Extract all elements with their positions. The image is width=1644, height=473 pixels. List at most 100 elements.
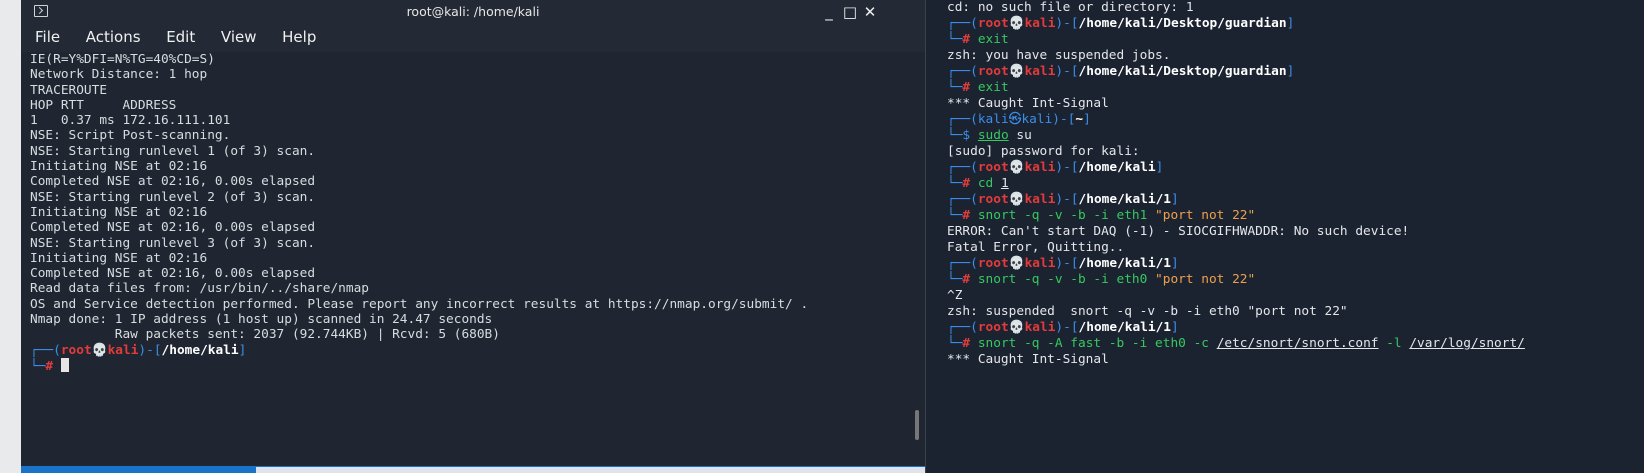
prompt-symbol: # [962,336,978,351]
prompt-frame: └─ [947,128,963,143]
prompt-path: ~ [1075,112,1084,127]
prompt-separator-icon: 💀 [1008,256,1025,271]
terminal-output[interactable]: IE(R=Y%DFI=N%TG=40%CD=S) Network Distance… [30,52,910,462]
menu-file[interactable]: File [35,25,60,46]
scrollbar[interactable] [915,410,919,440]
menu-bar: File Actions Edit View Help [21,25,925,52]
output-line: ^Z [947,288,963,303]
output-line: NSE: Starting runlevel 3 (of 3) scan. [30,235,316,251]
command-arg: su [1008,128,1032,143]
prompt-frame: └─ [30,358,46,374]
prompt-frame: )-[ [1055,64,1079,79]
prompt-frame: )-[ [1055,192,1079,207]
command-text: cd [977,176,1001,191]
prompt-frame: └─ [947,176,963,191]
text-cursor [60,357,69,372]
prompt-user: root [60,342,92,358]
prompt-user: root [977,160,1009,175]
prompt-separator-icon: 💀 [91,342,108,358]
command-text: snort -q -A fast -b -i eth0 -c [977,336,1217,351]
prompt-frame: └─ [947,208,963,223]
prompt-path: /home/kali/1 [1078,320,1171,335]
prompt-frame: )-[ [1055,256,1079,271]
prompt-separator-icon: 💀 [1008,64,1025,79]
prompt-frame: )-[ [138,342,162,358]
prompt-host: kali [1024,256,1056,271]
output-line: Completed NSE at 02:16, 0.00s elapsed [30,266,316,282]
prompt-host: kali [1024,192,1056,207]
output-line: 1 0.37 ms 172.16.111.101 [30,113,231,129]
prompt-frame: ] [1171,320,1179,335]
command-line: └─# cd 1 [947,176,1644,192]
prompt-user: kali [977,112,1009,127]
prompt-frame: ] [1083,112,1091,127]
output-line: cd: no such file or directory: 1 [947,0,1194,15]
output-line: Initiating NSE at 02:16 [30,250,208,266]
prompt-host: kali [107,342,139,358]
command-line: └─# exit [947,32,1644,48]
close-button[interactable]: ✕ [861,3,879,21]
prompt-line: ┌──(root💀kali)-[/home/kali/1] [947,192,1644,208]
output-line: Raw packets sent: 2037 (92.744KB) | Rcvd… [30,327,500,343]
window-title: root@kali: /home/kali [406,4,540,19]
prompt-host: kali [1024,320,1056,335]
prompt-frame: └─ [947,272,963,287]
prompt-frame: ┌──( [947,192,978,207]
prompt-frame: ┌──( [947,16,978,31]
prompt-line: ┌──(root💀kali)-[/home/kali/1] [947,256,1644,272]
taskbar-strip-light [256,467,925,473]
command-path: /etc/snort/snort.conf [1216,336,1379,351]
prompt-symbol: # [962,272,978,287]
command-string-arg: "port not 22" [1155,272,1256,287]
prompt-symbol: # [962,208,978,223]
background-terminal-output[interactable]: cd: no such file or directory: 1 ┌──(root… [947,0,1644,473]
title-bar[interactable]: root@kali: /home/kali _ □ ✕ [21,0,925,25]
prompt-separator-icon: ㉿ [1008,112,1022,127]
prompt-frame: )-[ [1055,320,1079,335]
command-text: sudo [977,128,1009,143]
output-line: Initiating NSE at 02:16 [30,159,208,175]
terminal-window[interactable]: root@kali: /home/kali _ □ ✕ File Actions… [21,0,926,473]
prompt-frame: ] [1171,256,1179,271]
output-line: OS and Service detection performed. Plea… [30,296,809,312]
prompt-host: kali [1024,64,1056,79]
prompt-user: root [977,192,1009,207]
output-line: *** Caught Int-Signal [947,96,1109,111]
prompt-separator-icon: 💀 [1008,16,1025,31]
prompt-frame: ┌──( [947,160,978,175]
output-line: [sudo] password for kali: [947,144,1140,159]
prompt-user: root [977,16,1009,31]
prompt-path: /home/kali [1078,160,1156,175]
output-line: Completed NSE at 02:16, 0.00s elapsed [30,174,316,190]
output-line: Fatal Error, Quitting.. [947,240,1125,255]
prompt-frame: └─ [947,32,963,47]
output-line: HOP RTT ADDRESS [30,97,177,113]
command-line: └─# [30,357,910,374]
prompt-host: kali [1024,160,1056,175]
menu-edit[interactable]: Edit [166,25,195,46]
prompt-frame: ] [238,342,247,358]
prompt-separator-icon: 💀 [1008,320,1025,335]
prompt-frame: )-[ [1055,16,1079,31]
menu-view[interactable]: View [221,25,257,46]
prompt-frame: ┌──( [947,256,978,271]
command-text: snort -q -v -b -i eth0 [977,272,1156,287]
menu-actions[interactable]: Actions [86,25,141,46]
menu-help[interactable]: Help [282,25,316,46]
maximize-button[interactable]: □ [841,3,859,21]
prompt-frame: ] [1171,192,1179,207]
prompt-user: root [977,256,1009,271]
prompt-frame: ┌──( [947,64,978,79]
command-line: └─# snort -q -v -b -i eth1 "port not 22" [947,208,1644,224]
prompt-path: /home/kali/Desktop/guardian [1078,64,1287,79]
output-line: TRACEROUTE [30,82,108,98]
command-text: exit [977,80,1009,95]
output-line: *** Caught Int-Signal [947,352,1109,367]
minimize-button[interactable]: _ [820,3,838,21]
prompt-frame: ] [1155,160,1164,175]
prompt-frame: ┌──( [947,112,978,127]
output-line: NSE: Script Post-scanning. [30,128,231,144]
prompt-symbol: # [962,80,978,95]
prompt-frame: ┌──( [30,342,61,358]
prompt-frame: ] [1286,16,1295,31]
